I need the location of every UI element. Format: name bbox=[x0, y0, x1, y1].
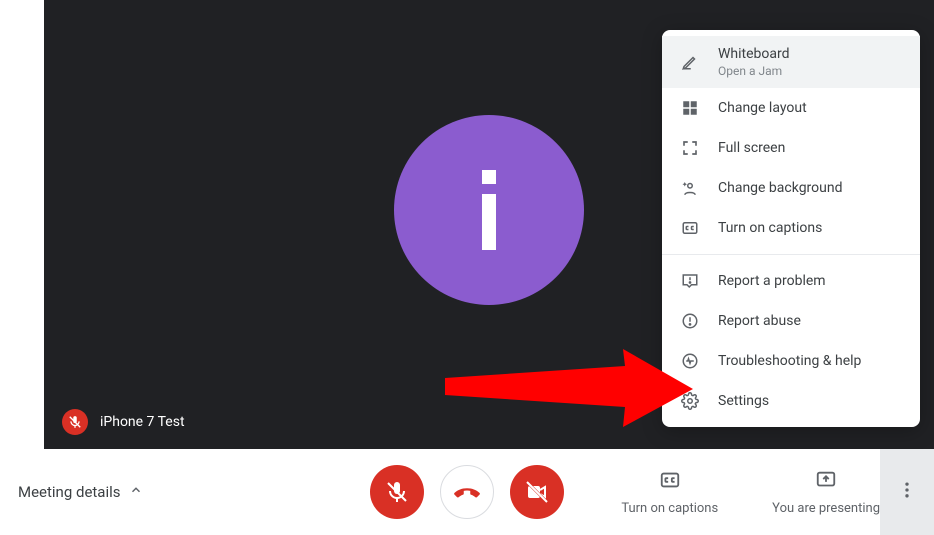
present-label: You are presenting bbox=[772, 501, 880, 516]
gear-icon bbox=[680, 391, 700, 411]
more-options-button[interactable] bbox=[880, 449, 934, 535]
menu-whiteboard-label: Whiteboard bbox=[718, 46, 790, 62]
menu-captions-label: Turn on captions bbox=[718, 220, 822, 236]
pencil-icon bbox=[680, 52, 700, 72]
menu-report-abuse-label: Report abuse bbox=[718, 313, 801, 329]
menu-report-problem-label: Report a problem bbox=[718, 273, 826, 289]
more-options-menu: Whiteboard Open a Jam Change layout Full… bbox=[662, 30, 920, 427]
menu-change-background[interactable]: Change background bbox=[662, 168, 920, 208]
chevron-up-icon bbox=[129, 483, 143, 501]
menu-fullscreen-label: Full screen bbox=[718, 140, 785, 156]
meeting-details-label: Meeting details bbox=[18, 483, 121, 501]
captions-label: Turn on captions bbox=[621, 501, 718, 516]
hangup-button[interactable] bbox=[440, 465, 494, 519]
menu-settings-label: Settings bbox=[718, 393, 769, 409]
outer-margin bbox=[0, 0, 44, 449]
menu-whiteboard[interactable]: Whiteboard Open a Jam bbox=[662, 36, 920, 88]
mute-mic-button[interactable] bbox=[370, 465, 424, 519]
layout-icon bbox=[680, 98, 700, 118]
menu-turn-on-captions[interactable]: Turn on captions bbox=[662, 208, 920, 248]
menu-layout-label: Change layout bbox=[718, 100, 807, 116]
menu-change-layout[interactable]: Change layout bbox=[662, 88, 920, 128]
bottom-bar: Meeting details bbox=[0, 449, 934, 535]
menu-report-abuse[interactable]: Report abuse bbox=[662, 301, 920, 341]
present-button[interactable]: You are presenting bbox=[772, 469, 880, 516]
present-icon bbox=[815, 469, 837, 495]
sparkle-person-icon bbox=[680, 178, 700, 198]
meeting-details-button[interactable]: Meeting details bbox=[18, 483, 143, 501]
mic-muted-icon bbox=[62, 409, 88, 435]
menu-whiteboard-sub: Open a Jam bbox=[718, 64, 790, 78]
menu-divider bbox=[662, 254, 920, 255]
participant-chip: iPhone 7 Test bbox=[62, 409, 185, 435]
avatar-letter bbox=[482, 170, 496, 250]
more-vertical-icon bbox=[897, 480, 917, 504]
help-pulse-icon bbox=[680, 351, 700, 371]
participant-name: iPhone 7 Test bbox=[100, 414, 185, 430]
menu-troubleshoot-label: Troubleshooting & help bbox=[718, 353, 861, 369]
menu-background-label: Change background bbox=[718, 180, 843, 196]
call-controls bbox=[370, 465, 564, 519]
captions-icon bbox=[680, 218, 700, 238]
fullscreen-icon bbox=[680, 138, 700, 158]
captions-icon bbox=[659, 469, 681, 495]
camera-off-button[interactable] bbox=[510, 465, 564, 519]
feedback-icon bbox=[680, 271, 700, 291]
alert-circle-icon bbox=[680, 311, 700, 331]
participant-avatar bbox=[394, 115, 584, 305]
menu-report-problem[interactable]: Report a problem bbox=[662, 261, 920, 301]
menu-troubleshoot[interactable]: Troubleshooting & help bbox=[662, 341, 920, 381]
menu-settings[interactable]: Settings bbox=[662, 381, 920, 421]
menu-fullscreen[interactable]: Full screen bbox=[662, 128, 920, 168]
captions-button[interactable]: Turn on captions bbox=[621, 469, 718, 516]
